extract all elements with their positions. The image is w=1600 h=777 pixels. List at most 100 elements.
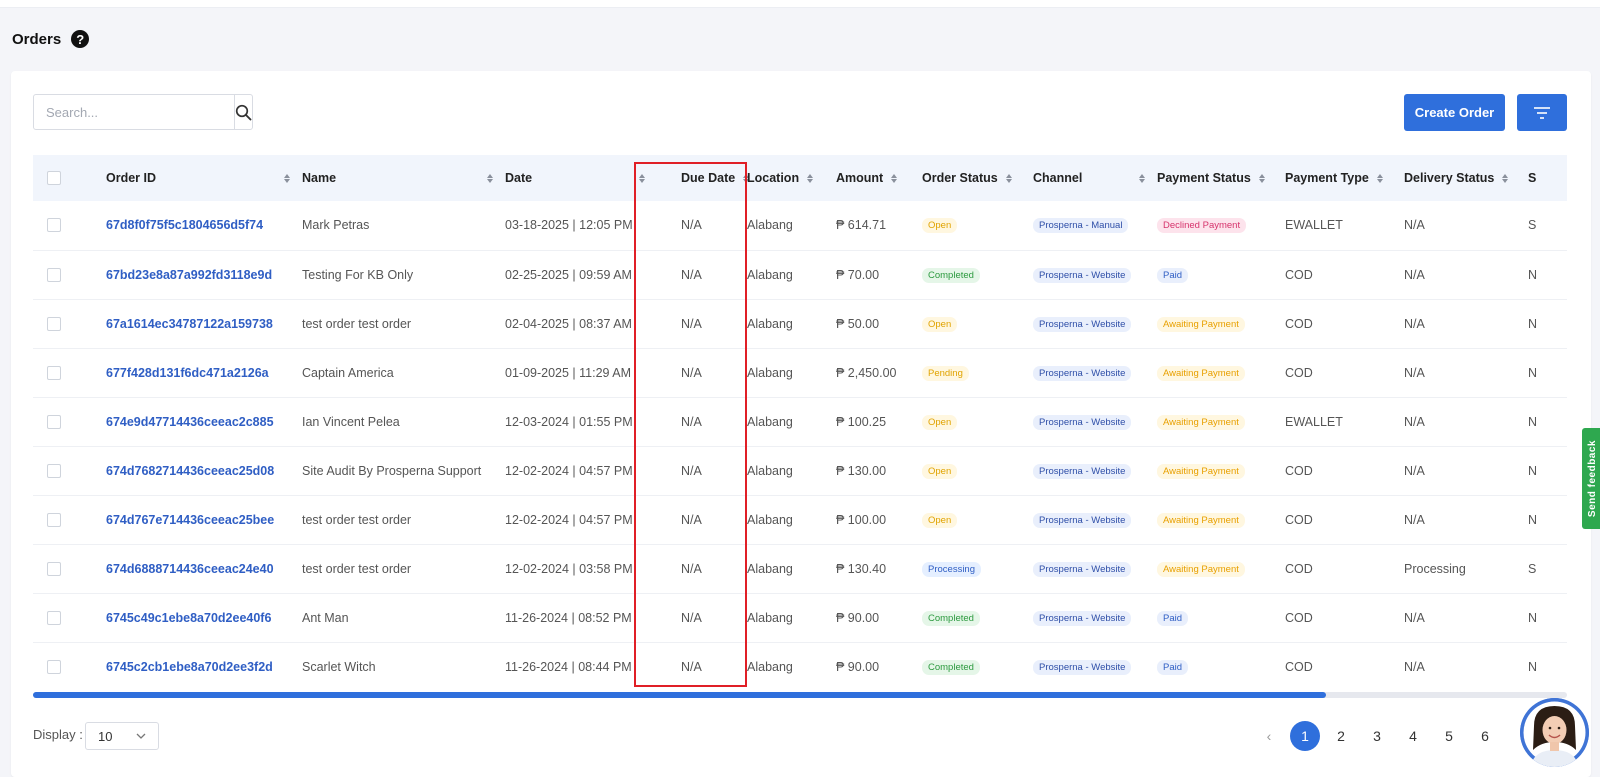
row-select-cell [33,348,106,397]
order-id-link[interactable]: 67a1614ec34787122a159738 [106,299,302,348]
row-checkbox[interactable] [47,267,61,282]
row-checkbox[interactable] [47,414,61,429]
amount: ₱ 90.00 [836,610,880,625]
order-status-badge: Completed [922,610,980,626]
channel-cell: Prosperna - Manual [1033,201,1157,250]
row-checkbox[interactable] [47,561,61,576]
pagination-prev-button[interactable]: ‹ [1254,721,1284,751]
column-delivery-status[interactable]: Delivery Status [1404,155,1528,201]
display-select[interactable]: 10 [85,722,159,750]
location: Alabang [747,512,793,527]
create-order-button[interactable]: Create Order [1404,94,1505,131]
order-status-cell: Open [922,201,1033,250]
order-id-link[interactable]: 677f428d131f6dc471a2126a [106,348,302,397]
delivery-status: N/A [1404,365,1425,380]
select-all-checkbox[interactable] [47,171,61,185]
table-row[interactable]: 67d8f0f75f5c1804656d5f74 Mark Petras 03-18… [33,201,1567,250]
table-row[interactable]: 674d7682714436ceeac25d08 Site Audit By Pr… [33,446,1567,495]
channel-badge: Prosperna - Website [1033,463,1132,479]
orders-card: Create Order Order ID Name Date Due Date [11,71,1591,777]
due-date: N/A [681,561,702,576]
due-date: N/A [681,414,702,429]
order-id-link[interactable]: 67bd23e8a87a992fd3118e9d [106,250,302,299]
column-extra[interactable]: S [1528,155,1567,201]
sort-icon [1139,173,1145,183]
order-status-badge: Completed [922,659,980,675]
amount: ₱ 130.40 [836,561,887,576]
channel-badge: Prosperna - Website [1033,414,1132,430]
row-checkbox[interactable] [47,365,61,380]
filter-button[interactable] [1517,94,1567,131]
row-checkbox[interactable] [47,512,61,527]
due-date: N/A [681,267,702,282]
table-row[interactable]: 674d6888714436ceeac24e40 test order test … [33,544,1567,593]
customer-name: test order test order [302,512,412,527]
payment-type: COD [1285,316,1313,331]
column-amount[interactable]: Amount [836,155,922,201]
due-date: N/A [681,365,702,380]
order-status-cell: Pending [922,348,1033,397]
column-due-date[interactable]: Due Date [657,155,750,201]
payment-status-cell: Awaiting Payment [1157,397,1285,446]
pagination-page-4[interactable]: 4 [1398,721,1428,751]
channel-badge: Prosperna - Website [1033,610,1132,626]
support-avatar[interactable] [1520,698,1589,767]
pagination-page-3[interactable]: 3 [1362,721,1392,751]
horizontal-scrollbar[interactable] [33,692,1567,698]
column-order-id[interactable]: Order ID [106,155,302,201]
order-id-link[interactable]: 674d7682714436ceeac25d08 [106,446,302,495]
payment-status-badge: Paid [1157,659,1189,675]
filter-icon [1534,106,1550,119]
pagination-page-6[interactable]: 6 [1470,721,1500,751]
order-id-link[interactable]: 674d767e714436ceeac25bee [106,495,302,544]
row-checkbox[interactable] [47,316,61,331]
order-date: 03-18-2025 | 12:05 PM [505,218,633,233]
display-label: Display : [33,727,83,742]
pagination-page-1[interactable]: 1 [1290,721,1320,751]
amount: ₱ 70.00 [836,267,880,282]
delivery-status: N/A [1404,267,1425,282]
row-checkbox[interactable] [47,610,61,625]
extra-column-cell: N [1528,463,1538,478]
table-row[interactable]: 6745c49c1ebe8a70d2ee40f6 Ant Man 11-26-202… [33,593,1567,642]
column-payment-type[interactable]: Payment Type [1285,155,1404,201]
sort-icon [1502,173,1509,183]
row-checkbox[interactable] [47,218,61,233]
channel-badge: Prosperna - Website [1033,316,1132,332]
order-id-link[interactable]: 674e9d47714436ceeac2c885 [106,397,302,446]
payment-type: COD [1285,463,1313,478]
column-date[interactable]: Date [505,155,657,201]
table-row[interactable]: 67bd23e8a87a992fd3118e9d Testing For KB O… [33,250,1567,299]
search-button[interactable] [234,95,252,129]
order-id-link[interactable]: 67d8f0f75f5c1804656d5f74 [106,201,302,250]
table-row[interactable]: 674e9d47714436ceeac2c885 Ian Vincent Pele… [33,397,1567,446]
due-date: N/A [681,463,702,478]
help-icon[interactable]: ? [71,30,90,48]
order-id-link[interactable]: 6745c49c1ebe8a70d2ee40f6 [106,593,302,642]
order-status-cell: Open [922,397,1033,446]
payment-status-badge: Paid [1157,610,1189,626]
location: Alabang [747,463,793,478]
scrollbar-thumb[interactable] [33,692,1326,698]
order-id-link[interactable]: 674d6888714436ceeac24e40 [106,544,302,593]
pagination-page-5[interactable]: 5 [1434,721,1464,751]
column-location[interactable]: Location [747,155,836,201]
column-order-status[interactable]: Order Status [922,155,1033,201]
column-name[interactable]: Name [302,155,505,201]
column-payment-status[interactable]: Payment Status [1157,155,1285,201]
pagination-page-2[interactable]: 2 [1326,721,1356,751]
search-input[interactable] [34,95,234,129]
column-channel[interactable]: Channel [1033,155,1157,201]
table-row[interactable]: 67a1614ec34787122a159738 test order test … [33,299,1567,348]
order-id-link[interactable]: 6745c2cb1ebe8a70d2ee3f2d [106,642,302,690]
row-checkbox[interactable] [47,659,61,674]
table-row[interactable]: 674d767e714436ceeac25bee test order test … [33,495,1567,544]
table-row[interactable]: 677f428d131f6dc471a2126a Captain America 0… [33,348,1567,397]
page-header: Orders ? [12,28,90,50]
order-status-cell: Open [922,495,1033,544]
table-row[interactable]: 6745c2cb1ebe8a70d2ee3f2d Scarlet Witch 11-… [33,642,1567,690]
order-status-badge: Completed [922,267,980,283]
send-feedback-tab[interactable]: Send feedback [1582,428,1600,529]
location: Alabang [747,316,793,331]
row-checkbox[interactable] [47,463,61,478]
